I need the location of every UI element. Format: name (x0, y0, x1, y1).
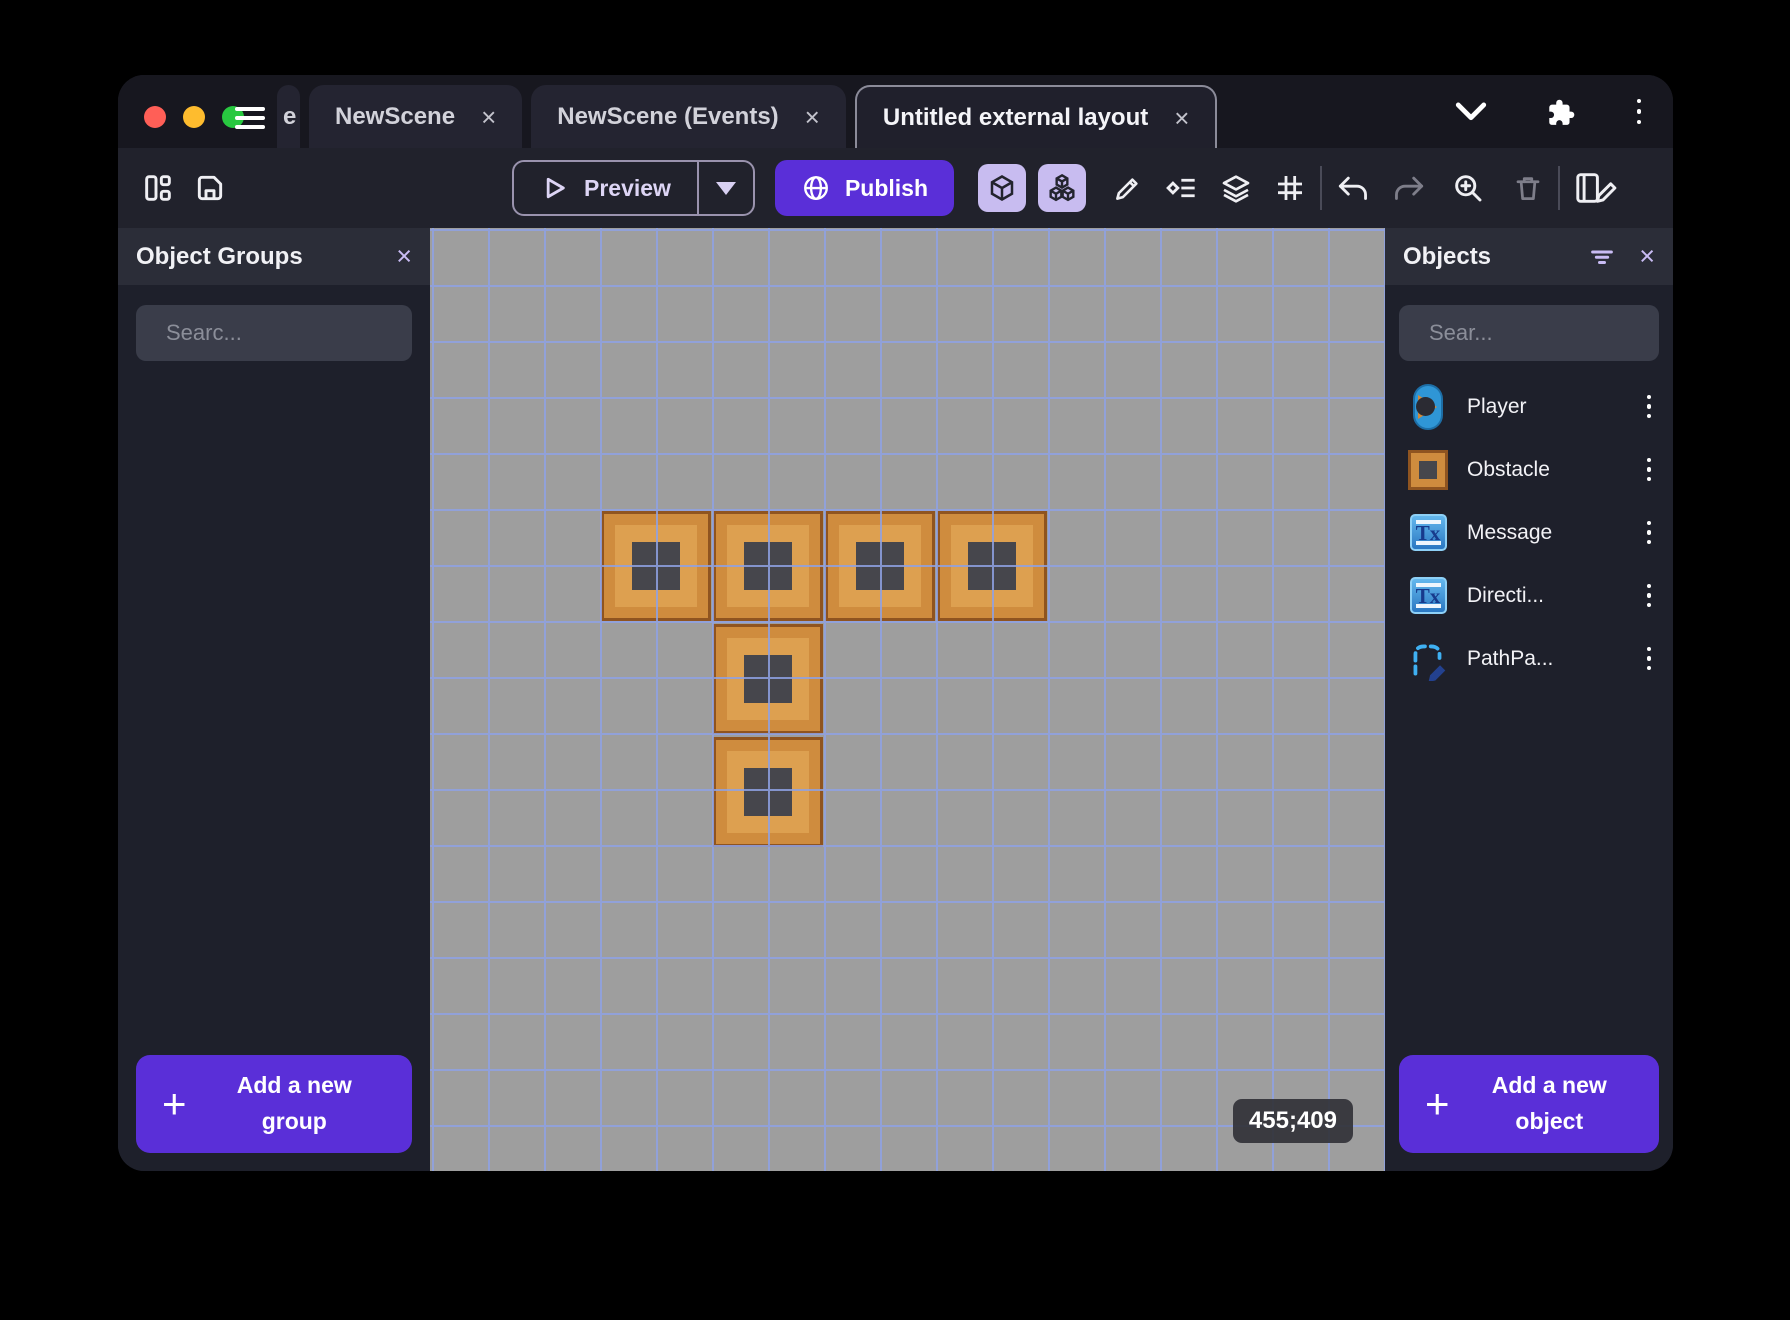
tab-strip: e NewScene × NewScene (Events) × Untitle… (277, 85, 1218, 148)
preview-dropdown-button[interactable] (696, 162, 753, 214)
layers-icon[interactable] (1216, 168, 1256, 208)
tab-clipped-label: e (283, 102, 297, 130)
tab-newscene-events[interactable]: NewScene (Events) × (531, 85, 846, 148)
tab-close-icon[interactable]: × (481, 104, 496, 130)
object-label: Obstacle (1467, 457, 1550, 481)
close-panel-icon[interactable]: × (396, 243, 412, 270)
tab-close-icon[interactable]: × (805, 104, 820, 130)
object-label: Directi... (1467, 583, 1545, 607)
menu-hamburger-icon[interactable] (235, 107, 265, 129)
add-group-button[interactable]: + Add a new group (136, 1055, 412, 1153)
add-object-label: Add a new object (1491, 1072, 1607, 1134)
save-icon[interactable] (190, 168, 230, 208)
scene-canvas[interactable]: 455;409 (430, 228, 1385, 1171)
object-groups-search-input[interactable] (166, 320, 454, 346)
cursor-coordinates-badge: 455;409 (1232, 1099, 1353, 1143)
object-groups-header: Object Groups × (118, 228, 430, 285)
tab-close-icon[interactable]: × (1174, 105, 1189, 131)
object-row-player[interactable]: Player (1399, 375, 1667, 438)
object-row-pathpainter[interactable]: PathPa... (1399, 627, 1667, 690)
titlebar: e NewScene × NewScene (Events) × Untitle… (118, 75, 1673, 148)
close-panel-icon[interactable]: × (1639, 243, 1655, 270)
plus-icon: + (1425, 1080, 1450, 1127)
obstacle-instance[interactable] (713, 624, 823, 734)
filter-icon[interactable] (1587, 242, 1617, 272)
undo-icon[interactable] (1332, 168, 1372, 208)
cube-3d-icon[interactable] (978, 164, 1027, 212)
tab-newscene[interactable]: NewScene × (309, 85, 523, 148)
tab-clipped[interactable]: e (277, 85, 300, 148)
chevron-down-icon[interactable] (1451, 92, 1491, 132)
objects-list: Player Obstacle Tx Message Tx Directi... (1385, 361, 1673, 1041)
caret-down-icon (715, 181, 736, 195)
object-groups-panel: Object Groups × + Add a new group (118, 228, 454, 1171)
canvas-grid (430, 228, 1385, 1171)
object-row-directions[interactable]: Tx Directi... (1399, 564, 1667, 627)
redo-icon[interactable] (1390, 168, 1430, 208)
object-menu-icon[interactable] (1641, 515, 1658, 551)
titlebar-right-actions (1451, 75, 1648, 148)
publish-button[interactable]: Publish (774, 160, 955, 216)
publish-label: Publish (844, 174, 929, 201)
objects-header: Objects × (1385, 228, 1673, 285)
object-groups-searchbox[interactable] (136, 305, 454, 361)
more-options-icon[interactable] (1631, 93, 1648, 131)
grid-icon[interactable] (1270, 168, 1310, 208)
obstacle-instance[interactable] (713, 511, 823, 621)
obstacle-icon (1405, 449, 1451, 490)
app-window: e NewScene × NewScene (Events) × Untitle… (118, 75, 1673, 1171)
close-window-button[interactable] (144, 106, 166, 128)
text-object-icon: Tx (1405, 577, 1451, 614)
obstacle-instance[interactable] (601, 511, 711, 621)
toolbar-separator (1558, 166, 1561, 210)
tab-label: NewScene (335, 102, 456, 130)
objects-panel: Objects × Player (1385, 228, 1673, 1171)
tab-label: Untitled external layout (882, 103, 1149, 131)
object-groups-title: Object Groups (136, 242, 303, 270)
object-menu-icon[interactable] (1641, 641, 1658, 677)
obstacle-instance[interactable] (825, 511, 935, 621)
add-object-button[interactable]: + Add a new object (1399, 1055, 1659, 1153)
tab-label: NewScene (Events) (557, 102, 779, 130)
object-menu-icon[interactable] (1641, 578, 1658, 614)
plus-icon: + (162, 1080, 187, 1127)
object-label: PathPa... (1467, 646, 1554, 670)
toolbar: Preview Publish (118, 148, 1673, 228)
instances-cubes-icon[interactable] (1038, 164, 1087, 212)
zoom-in-icon[interactable] (1448, 168, 1488, 208)
player-icon (1405, 383, 1451, 430)
objects-searchbox[interactable] (1399, 305, 1673, 361)
obstacle-instance[interactable] (713, 737, 823, 847)
object-groups-list (118, 361, 430, 1041)
object-label: Message (1467, 520, 1553, 544)
main-content: Object Groups × + Add a new group 455;40… (118, 228, 1673, 1171)
trash-icon[interactable] (1508, 168, 1548, 208)
object-menu-icon[interactable] (1641, 389, 1658, 425)
minimize-window-button[interactable] (183, 106, 205, 128)
play-icon (546, 177, 565, 199)
objects-search-input[interactable] (1429, 320, 1673, 346)
add-group-label: Add a new group (236, 1072, 352, 1134)
toolbar-separator (1320, 166, 1323, 210)
edit-pencil-icon[interactable] (1108, 168, 1148, 208)
text-object-icon: Tx (1405, 514, 1451, 551)
object-label: Player (1467, 394, 1527, 418)
extensions-puzzle-icon[interactable] (1541, 92, 1581, 132)
preview-label: Preview (584, 174, 671, 201)
path-painter-icon (1405, 637, 1451, 681)
instances-list-icon[interactable] (1162, 168, 1202, 208)
tab-untitled-external-layout[interactable]: Untitled external layout × (854, 85, 1218, 148)
globe-icon (804, 176, 828, 200)
objects-title: Objects (1403, 242, 1492, 270)
object-menu-icon[interactable] (1641, 452, 1658, 488)
object-row-obstacle[interactable]: Obstacle (1399, 438, 1667, 501)
obstacle-instance[interactable] (937, 511, 1047, 621)
object-row-message[interactable]: Tx Message (1399, 501, 1667, 564)
edit-scene-icon[interactable] (1570, 168, 1622, 208)
traffic-lights (144, 106, 244, 128)
preview-button[interactable]: Preview (512, 160, 755, 216)
project-manager-icon[interactable] (138, 168, 178, 208)
